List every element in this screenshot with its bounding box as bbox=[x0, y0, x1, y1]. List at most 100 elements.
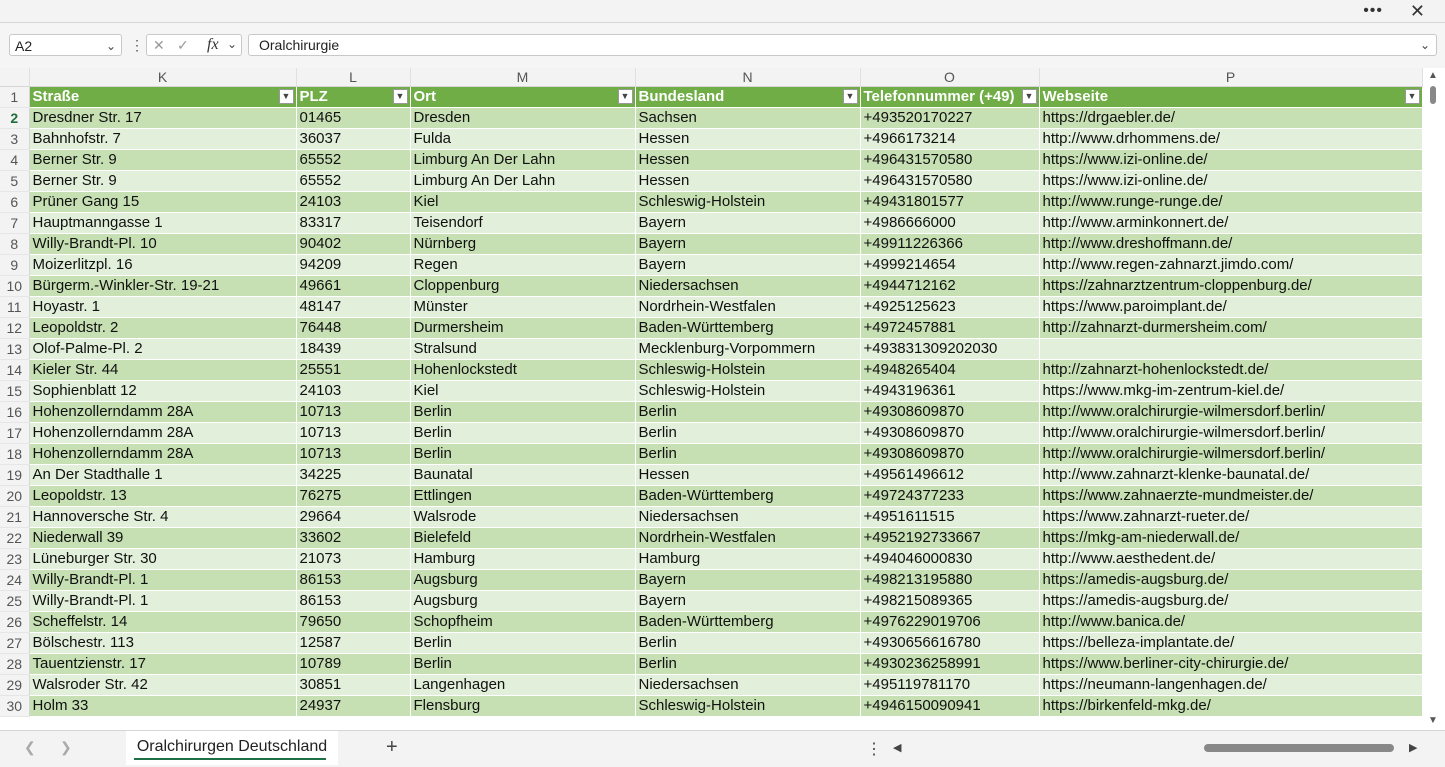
cell[interactable]: +49561496612 bbox=[860, 464, 1040, 486]
cell[interactable]: Bayern bbox=[635, 233, 861, 255]
row-number[interactable]: 29 bbox=[0, 674, 30, 696]
filter-dropdown-icon[interactable]: ▼ bbox=[392, 88, 408, 104]
row-number[interactable]: 23 bbox=[0, 548, 30, 570]
cell[interactable]: https://zahnarztzentrum-cloppenburg.de/ bbox=[1039, 275, 1423, 297]
cell[interactable]: Bayern bbox=[635, 590, 861, 612]
cell[interactable]: Berlin bbox=[635, 653, 861, 675]
column-header[interactable]: L bbox=[296, 68, 411, 87]
column-header[interactable]: P bbox=[1039, 68, 1423, 87]
cell[interactable]: Tauentzienstr. 17 bbox=[29, 653, 297, 675]
row-number[interactable]: 14 bbox=[0, 359, 30, 381]
cell[interactable]: +4999214654 bbox=[860, 254, 1040, 276]
cell[interactable]: Berlin bbox=[410, 443, 636, 465]
cell[interactable]: +49308609870 bbox=[860, 443, 1040, 465]
row-number[interactable]: 6 bbox=[0, 191, 30, 213]
cell[interactable]: +498215089365 bbox=[860, 590, 1040, 612]
cell[interactable]: Nürnberg bbox=[410, 233, 636, 255]
cell[interactable]: http://www.runge-runge.de/ bbox=[1039, 191, 1423, 213]
cell[interactable]: Berlin bbox=[410, 632, 636, 654]
cell[interactable]: http://zahnarzt-hohenlockstedt.de/ bbox=[1039, 359, 1423, 381]
cell[interactable]: +495119781170 bbox=[860, 674, 1040, 696]
header-cell[interactable]: Telefonnummer (+49) ▼ bbox=[860, 86, 1040, 108]
cell[interactable]: +49724377233 bbox=[860, 485, 1040, 507]
cell[interactable]: Holm 33 bbox=[29, 695, 297, 717]
cell[interactable]: https://drgaebler.de/ bbox=[1039, 107, 1423, 129]
cell[interactable]: Berlin bbox=[410, 422, 636, 444]
enter-icon[interactable]: ✓ bbox=[177, 37, 189, 54]
cell[interactable]: https://www.izi-online.de/ bbox=[1039, 170, 1423, 192]
cell[interactable]: Bahnhofstr. 7 bbox=[29, 128, 297, 150]
cell[interactable]: +49911226366 bbox=[860, 233, 1040, 255]
cell[interactable]: http://www.banica.de/ bbox=[1039, 611, 1423, 633]
chevron-down-icon[interactable]: ⌄ bbox=[227, 37, 237, 51]
scroll-thumb[interactable] bbox=[1430, 86, 1436, 104]
cell[interactable]: https://mkg-am-niederwall.de/ bbox=[1039, 527, 1423, 549]
cell[interactable]: https://amedis-augsburg.de/ bbox=[1039, 569, 1423, 591]
cell[interactable]: Moizerlitzpl. 16 bbox=[29, 254, 297, 276]
row-number[interactable]: 15 bbox=[0, 380, 30, 402]
cell[interactable]: Berlin bbox=[635, 443, 861, 465]
cell[interactable]: Nordrhein-Westfalen bbox=[635, 296, 861, 318]
cell[interactable]: Augsburg bbox=[410, 569, 636, 591]
column-header[interactable]: K bbox=[29, 68, 297, 87]
row-number[interactable]: 30 bbox=[0, 695, 30, 717]
cell[interactable]: 83317 bbox=[296, 212, 411, 234]
cell[interactable]: Schleswig-Holstein bbox=[635, 380, 861, 402]
cell[interactable]: Baden-Württemberg bbox=[635, 317, 861, 339]
more-vert-icon[interactable]: ⋮ bbox=[130, 37, 144, 54]
row-number[interactable]: 1 bbox=[0, 86, 30, 108]
row-number[interactable]: 13 bbox=[0, 338, 30, 360]
scroll-right-icon[interactable]: ▶ bbox=[1409, 741, 1417, 754]
cell[interactable]: 65552 bbox=[296, 170, 411, 192]
cell[interactable]: http://www.aesthedent.de/ bbox=[1039, 548, 1423, 570]
row-number[interactable]: 9 bbox=[0, 254, 30, 276]
cell[interactable]: Leopoldstr. 2 bbox=[29, 317, 297, 339]
cell[interactable]: http://www.arminkonnert.de/ bbox=[1039, 212, 1423, 234]
chevron-down-icon[interactable]: ⌄ bbox=[106, 35, 116, 57]
cell[interactable]: https://www.mkg-im-zentrum-kiel.de/ bbox=[1039, 380, 1423, 402]
cell[interactable]: 10789 bbox=[296, 653, 411, 675]
filter-dropdown-icon[interactable]: ▼ bbox=[842, 88, 858, 104]
formula-input[interactable]: Oralchirurgie ⌄ bbox=[248, 34, 1437, 56]
column-header[interactable]: O bbox=[860, 68, 1040, 87]
expand-formula-icon[interactable]: ⌄ bbox=[1420, 35, 1430, 55]
cell[interactable]: Fulda bbox=[410, 128, 636, 150]
cell[interactable]: http://www.oralchirurgie-wilmersdorf.ber… bbox=[1039, 422, 1423, 444]
row-number[interactable]: 4 bbox=[0, 149, 30, 171]
cell[interactable]: Hohenlockstedt bbox=[410, 359, 636, 381]
cell[interactable]: Nordrhein-Westfalen bbox=[635, 527, 861, 549]
cell[interactable]: Berlin bbox=[635, 422, 861, 444]
cell[interactable]: Berlin bbox=[410, 653, 636, 675]
cell[interactable]: 34225 bbox=[296, 464, 411, 486]
cell[interactable]: 24103 bbox=[296, 380, 411, 402]
cell[interactable]: 33602 bbox=[296, 527, 411, 549]
cell[interactable]: Schleswig-Holstein bbox=[635, 191, 861, 213]
cell[interactable]: Baden-Württemberg bbox=[635, 611, 861, 633]
cell[interactable]: http://www.oralchirurgie-wilmersdorf.ber… bbox=[1039, 443, 1423, 465]
cell[interactable]: Hessen bbox=[635, 149, 861, 171]
cell[interactable]: Olof-Palme-Pl. 2 bbox=[29, 338, 297, 360]
cell[interactable]: 24103 bbox=[296, 191, 411, 213]
cell[interactable]: https://birkenfeld-mkg.de/ bbox=[1039, 695, 1423, 717]
next-sheet-icon[interactable]: ❯ bbox=[60, 739, 72, 756]
column-header[interactable]: N bbox=[635, 68, 861, 87]
cell[interactable]: Hannoversche Str. 4 bbox=[29, 506, 297, 528]
cell[interactable]: Langenhagen bbox=[410, 674, 636, 696]
cell[interactable]: Prüner Gang 15 bbox=[29, 191, 297, 213]
cell[interactable]: Cloppenburg bbox=[410, 275, 636, 297]
more-vert-icon[interactable]: ⋮ bbox=[866, 739, 882, 759]
cell[interactable]: Durmersheim bbox=[410, 317, 636, 339]
cell[interactable]: +4930236258991 bbox=[860, 653, 1040, 675]
scroll-up-icon[interactable]: ▲ bbox=[1428, 70, 1438, 81]
header-cell[interactable]: Webseite ▼ bbox=[1039, 86, 1423, 108]
cell[interactable]: Schopfheim bbox=[410, 611, 636, 633]
cell[interactable]: Niedersachsen bbox=[635, 674, 861, 696]
cell[interactable]: +4966173214 bbox=[860, 128, 1040, 150]
cell[interactable]: http://www.zahnarzt-klenke-baunatal.de/ bbox=[1039, 464, 1423, 486]
cell[interactable]: https://www.zahnarzt-rueter.de/ bbox=[1039, 506, 1423, 528]
cell[interactable]: Willy-Brandt-Pl. 1 bbox=[29, 590, 297, 612]
filter-dropdown-icon[interactable]: ▼ bbox=[1404, 88, 1420, 104]
cell[interactable]: 21073 bbox=[296, 548, 411, 570]
cell[interactable]: +4944712162 bbox=[860, 275, 1040, 297]
cell[interactable]: http://www.drhommens.de/ bbox=[1039, 128, 1423, 150]
